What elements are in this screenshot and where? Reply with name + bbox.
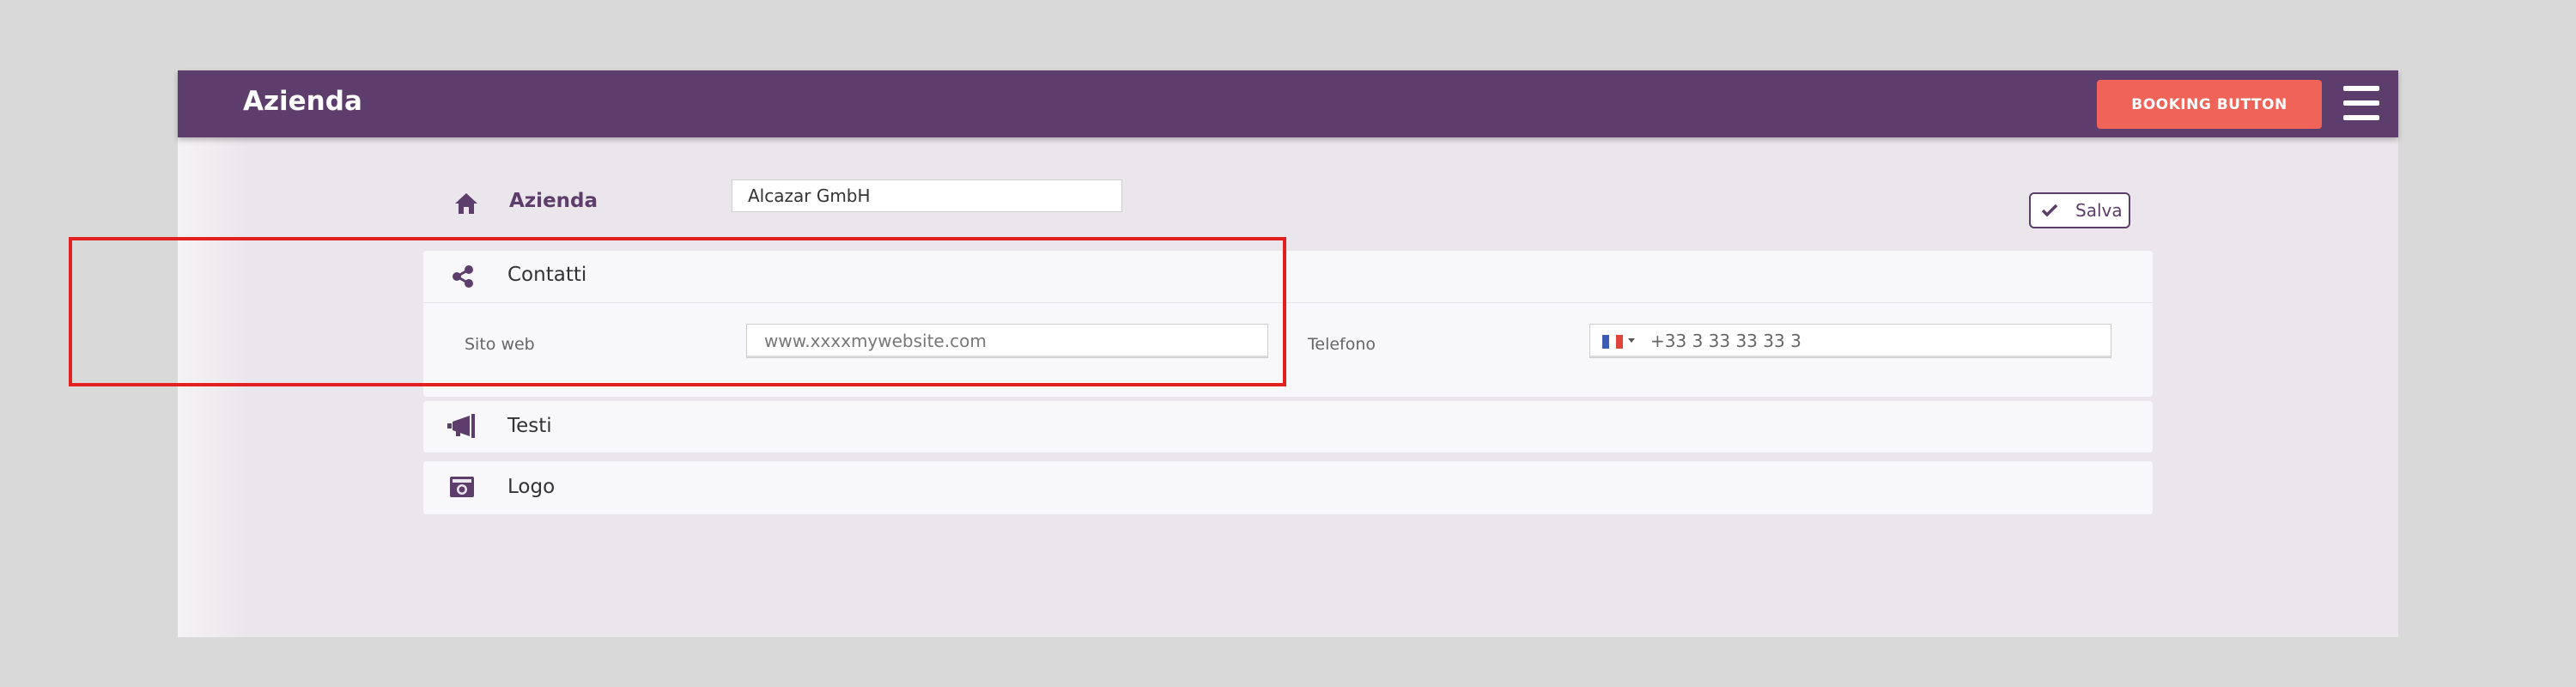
contacts-panel: Contatti Sito web www.xxxxmywebsite.com …: [423, 251, 2153, 397]
logo-label: Logo: [507, 476, 556, 498]
camera-icon: [450, 477, 474, 497]
save-button-label: Salva: [2075, 200, 2123, 221]
phone-input[interactable]: +33 3 33 33 33 3: [1589, 324, 2111, 358]
texts-label: Testi: [507, 415, 552, 437]
booking-button[interactable]: BOOKING BUTTON: [2097, 80, 2322, 129]
page-title: Azienda: [243, 86, 362, 117]
megaphone-icon: [447, 414, 475, 438]
share-icon: [453, 265, 473, 288]
chevron-down-icon: [1628, 338, 1635, 343]
hamburger-menu-icon[interactable]: [2343, 86, 2379, 120]
check-icon: [2041, 204, 2058, 217]
company-name-input[interactable]: Alcazar GmbH: [732, 179, 1122, 212]
contacts-panel-header[interactable]: Contatti: [423, 251, 2153, 302]
phone-value: +33 3 33 33 33 3: [1650, 331, 1801, 351]
home-icon: [455, 193, 477, 214]
logo-panel[interactable]: Logo: [423, 461, 2153, 514]
app-window: Azienda BOOKING BUTTON Azienda Alcazar G…: [178, 70, 2398, 637]
france-flag-icon[interactable]: [1602, 335, 1623, 349]
website-label: Sito web: [465, 335, 535, 354]
divider: [423, 302, 2153, 303]
phone-label: Telefono: [1308, 335, 1376, 354]
save-button[interactable]: Salva: [2029, 192, 2130, 228]
contacts-label: Contatti: [507, 264, 587, 286]
website-input[interactable]: www.xxxxmywebsite.com: [746, 324, 1268, 358]
company-label: Azienda: [509, 190, 598, 212]
top-bar: Azienda BOOKING BUTTON: [178, 70, 2398, 137]
texts-panel[interactable]: Testi: [423, 401, 2153, 453]
